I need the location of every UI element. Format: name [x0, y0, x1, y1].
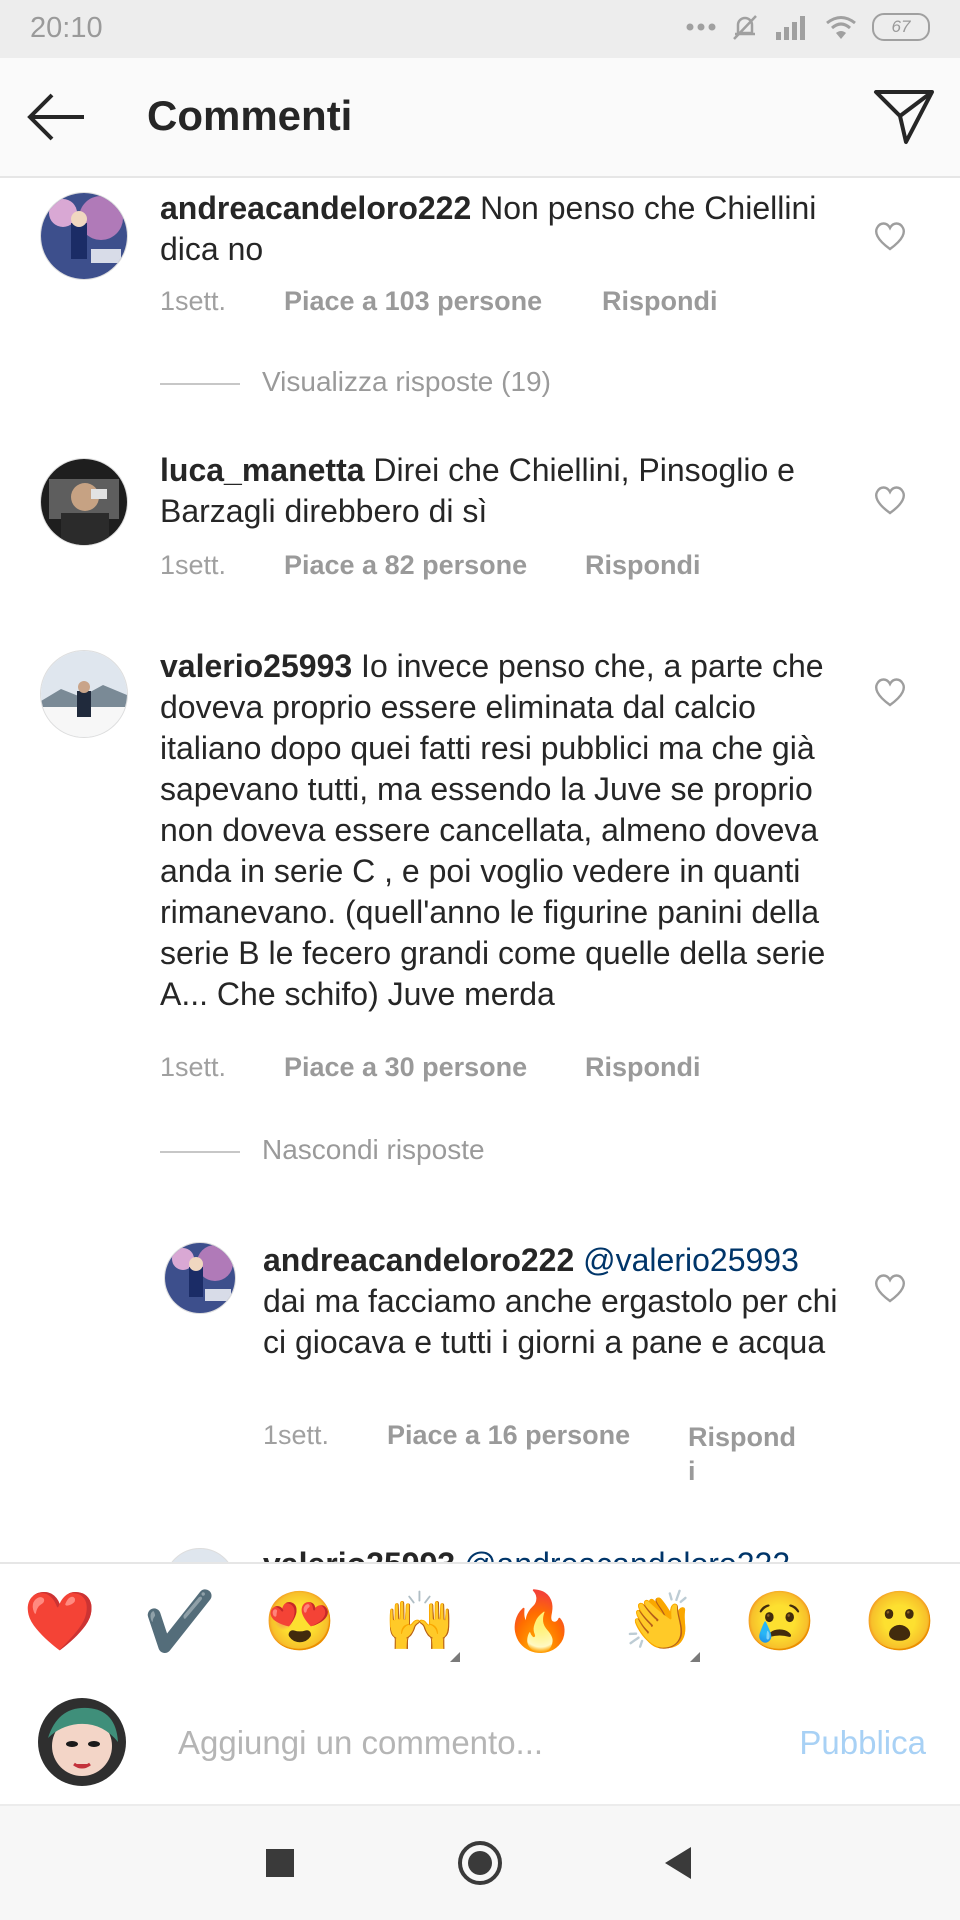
skin-tone-indicator	[690, 1652, 700, 1662]
heart-icon[interactable]	[873, 220, 907, 252]
comment-username[interactable]: valerio25993	[160, 648, 352, 684]
comment-time: 1sett.	[160, 550, 227, 580]
hide-replies-button[interactable]: Nascondi risposte	[160, 1132, 760, 1172]
reply-item: andreacandeloro222 @valerio25993 dai ma f…	[0, 1230, 960, 1486]
comment-item: valerio25993 Io invece penso che, a part…	[0, 636, 960, 1165]
emoji-raised-hands: 🙌	[383, 1589, 457, 1654]
battery-indicator: 67	[872, 13, 930, 41]
back-button[interactable]	[24, 88, 88, 146]
user-avatar	[38, 1698, 126, 1786]
emoji-reaction-bar: ❤️ ✔️ 😍 🙌 🔥 👏 😢 😮	[0, 1562, 960, 1684]
comment-username[interactable]: andreacandeloro222	[160, 190, 471, 226]
reply-button[interactable]: Rispond i	[688, 1420, 796, 1488]
comment-username[interactable]: andreacandeloro222	[263, 1242, 574, 1278]
emoji-surprised-button[interactable]: 😮	[858, 1586, 942, 1658]
comment-composer: Pubblica	[0, 1682, 960, 1806]
comment-time: 1sett.	[160, 1052, 227, 1082]
comment-body: dai ma facciamo anche ergastolo per chi …	[263, 1283, 838, 1360]
recent-apps-button[interactable]	[255, 1838, 305, 1888]
more-dots-icon	[686, 23, 716, 31]
divider-line	[160, 1151, 240, 1153]
comment-text: andreacandeloro222 @valerio25993 dai ma f…	[263, 1240, 853, 1363]
reply-button[interactable]: Rispondi	[585, 550, 701, 581]
avatar[interactable]	[40, 192, 128, 280]
hide-replies-label: Nascondi risposte	[262, 1134, 485, 1165]
reply-item-partial: valerio25993 @andreacandeloro222	[0, 1546, 960, 1562]
comment-likes[interactable]: Piace a 16 persone	[387, 1420, 630, 1451]
comment-text: valerio25993 Io invece penso che, a part…	[160, 646, 840, 1015]
reply-button[interactable]: Rispondi	[585, 1052, 701, 1083]
comment-text: valerio25993 @andreacandeloro222	[263, 1544, 903, 1562]
comment-meta: 1sett. Piace a 30 persone Rispondi	[160, 1052, 860, 1088]
comment-item: luca_manetta Direi che Chiellini, Pinsog…	[0, 440, 960, 600]
avatar[interactable]	[40, 458, 128, 546]
comment-meta: 1sett. Piace a 82 persone Rispondi	[160, 550, 860, 586]
emoji-crying-button[interactable]: 😢	[738, 1586, 822, 1658]
skin-tone-indicator	[450, 1652, 460, 1662]
comment-item: andreacandeloro222 Non penso che Chielli…	[0, 178, 960, 418]
publish-button[interactable]: Pubblica	[799, 1724, 926, 1762]
comment-input[interactable]	[176, 1718, 740, 1768]
system-nav-bar	[0, 1806, 960, 1920]
signal-icon	[776, 16, 805, 40]
emoji-clap: 👏	[623, 1589, 697, 1654]
status-bar: 20:10 67	[0, 0, 960, 58]
comment-meta: 1sett. Piace a 16 persone Rispond i	[263, 1420, 823, 1500]
wifi-icon	[826, 16, 856, 39]
emoji-check-button[interactable]: ✔️	[138, 1586, 222, 1658]
comment-time: 1sett.	[263, 1420, 330, 1450]
mention-link[interactable]: @andreacandeloro222	[464, 1546, 790, 1562]
comment-likes[interactable]: Piace a 30 persone	[284, 1052, 527, 1083]
comment-time: 1sett.	[160, 286, 227, 316]
avatar[interactable]	[164, 1242, 236, 1314]
emoji-fire-button[interactable]: 🔥	[498, 1586, 582, 1658]
app-bar: Commenti	[0, 58, 960, 178]
triangle-back-icon	[665, 1847, 691, 1879]
reply-button[interactable]: Rispondi	[602, 286, 718, 317]
emoji-clap-button[interactable]: 👏	[618, 1586, 702, 1662]
home-circle-icon	[458, 1841, 502, 1885]
share-button[interactable]	[872, 86, 936, 148]
avatar[interactable]	[164, 1548, 236, 1562]
home-button[interactable]	[455, 1838, 505, 1888]
comment-text: luca_manetta Direi che Chiellini, Pinsog…	[160, 450, 860, 532]
comment-username[interactable]: valerio25993	[263, 1546, 455, 1562]
comment-likes[interactable]: Piace a 82 persone	[284, 550, 527, 581]
comments-list[interactable]: andreacandeloro222 Non penso che Chielli…	[0, 178, 960, 1562]
heart-icon[interactable]	[873, 676, 907, 708]
comment-likes[interactable]: Piace a 103 persone	[284, 286, 542, 317]
heart-icon[interactable]	[873, 484, 907, 516]
mention-link[interactable]: @valerio25993	[583, 1242, 799, 1278]
emoji-raised-hands-button[interactable]: 🙌	[378, 1586, 462, 1662]
page-title: Commenti	[147, 92, 353, 139]
send-icon	[874, 90, 934, 144]
back-nav-button[interactable]	[655, 1838, 705, 1888]
comment-meta: 1sett. Piace a 103 persone Rispondi	[160, 286, 860, 322]
view-replies-button[interactable]: Visualizza risposte (19)	[160, 364, 760, 404]
status-icons: 67	[686, 12, 930, 42]
avatar[interactable]	[40, 650, 128, 738]
status-time: 20:10	[30, 12, 103, 44]
emoji-heart-eyes-button[interactable]: 😍	[258, 1586, 342, 1658]
mute-bell-icon	[733, 15, 757, 40]
arrow-left-icon	[27, 93, 84, 141]
emoji-heart-button[interactable]: ❤️	[18, 1586, 102, 1658]
square-icon	[266, 1849, 294, 1877]
view-replies-label: Visualizza risposte (19)	[262, 366, 551, 397]
comment-body: Io invece penso che, a parte che doveva …	[160, 648, 826, 1012]
comment-text: andreacandeloro222 Non penso che Chielli…	[160, 188, 840, 270]
comment-username[interactable]: luca_manetta	[160, 452, 365, 488]
divider-line	[160, 383, 240, 385]
heart-icon[interactable]	[873, 1272, 907, 1304]
